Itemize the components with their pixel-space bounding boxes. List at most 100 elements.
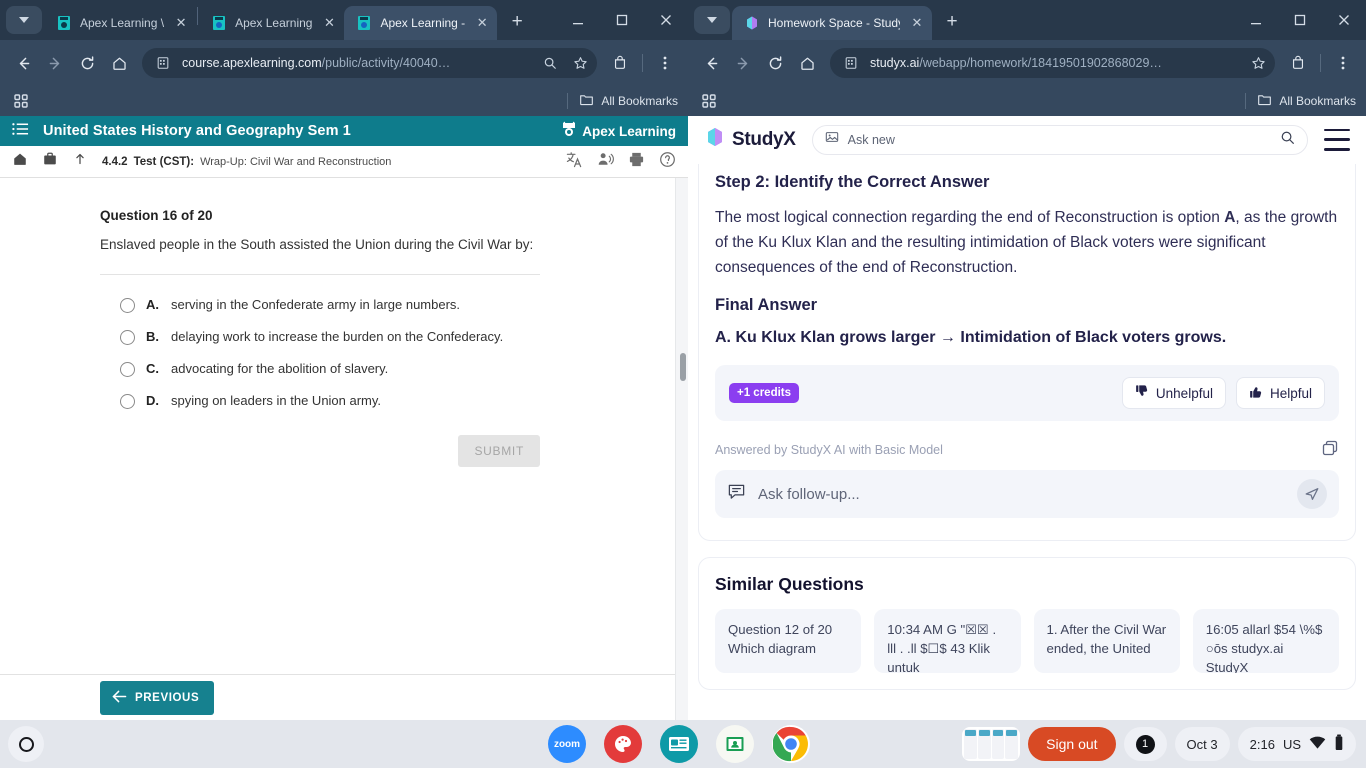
- helpful-button[interactable]: Helpful: [1235, 377, 1325, 410]
- radio-button-a[interactable]: [120, 298, 135, 313]
- bookmark-star-icon[interactable]: [1247, 52, 1269, 74]
- briefcase-icon[interactable]: [42, 151, 58, 172]
- maximize-button[interactable]: [600, 4, 644, 36]
- back-button[interactable]: [696, 48, 726, 78]
- browser-tab-studyx-active[interactable]: Homework Space - StudyX ✕: [732, 6, 932, 40]
- window-preview-thumbnail[interactable]: [962, 727, 1021, 761]
- close-icon[interactable]: ✕: [172, 14, 190, 32]
- minimize-button[interactable]: [556, 4, 600, 36]
- answer-option-c[interactable]: C. advocating for the abolition of slave…: [100, 353, 540, 385]
- previous-button[interactable]: PREVIOUS: [100, 680, 215, 715]
- send-button[interactable]: [1297, 479, 1327, 510]
- burger-line: [1324, 147, 1350, 151]
- forward-button[interactable]: [728, 48, 758, 78]
- forward-button[interactable]: [40, 48, 70, 78]
- address-bar-right[interactable]: studyx.ai/webapp/homework/18419501902868…: [830, 48, 1275, 78]
- ask-followup-input[interactable]: Ask follow-up...: [715, 470, 1339, 519]
- home-button[interactable]: [792, 48, 822, 78]
- image-upload-icon[interactable]: [825, 130, 839, 149]
- close-icon[interactable]: ✕: [908, 14, 926, 32]
- apps-grid-icon[interactable]: [698, 90, 720, 112]
- apps-grid-icon[interactable]: [10, 90, 32, 112]
- similar-question-card[interactable]: 1. After the Civil War ended, the United: [1033, 609, 1180, 674]
- studyx-logo[interactable]: StudyX: [704, 126, 796, 154]
- help-icon[interactable]: [659, 151, 676, 173]
- system-tray-pill[interactable]: 2:16 US: [1237, 727, 1356, 761]
- maximize-button[interactable]: [1278, 4, 1322, 36]
- minimize-button[interactable]: [1234, 4, 1278, 36]
- all-bookmarks-button[interactable]: All Bookmarks: [1245, 92, 1356, 110]
- back-button[interactable]: [8, 48, 38, 78]
- browser-tab-2[interactable]: Apex Learning ✕: [199, 6, 344, 40]
- new-tab-button[interactable]: +: [503, 8, 531, 36]
- answer-option-b[interactable]: B. delaying work to increase the burden …: [100, 321, 540, 353]
- wifi-icon[interactable]: [1309, 736, 1326, 753]
- date-pill[interactable]: Oct 3: [1174, 727, 1230, 761]
- browser-tab-1[interactable]: Apex Learning \ ✕: [44, 6, 196, 40]
- tab-search-button[interactable]: [6, 6, 42, 34]
- thumb-col: [964, 729, 977, 759]
- close-icon[interactable]: ✕: [320, 14, 338, 32]
- battery-icon[interactable]: [1334, 734, 1344, 754]
- apex-logo-icon: [560, 121, 578, 142]
- extensions-icon[interactable]: [1283, 48, 1313, 78]
- similar-question-card[interactable]: 16:05 allarl $54 \%$ ○ōs studyx.ai Study…: [1192, 609, 1339, 674]
- all-bookmarks-label: All Bookmarks: [1279, 94, 1356, 108]
- app-icon-google-classroom[interactable]: [716, 725, 754, 763]
- radio-button-b[interactable]: [120, 330, 135, 345]
- translate-icon[interactable]: [566, 151, 583, 173]
- similar-question-card[interactable]: 10:34 AM G "☒☒ . lll . .ll $☐$ 43 Klik u…: [874, 609, 1021, 674]
- close-window-button[interactable]: [1322, 4, 1366, 36]
- radio-button-d[interactable]: [120, 394, 135, 409]
- similar-questions-grid: Question 12 of 20 Which diagram 10:34 AM…: [715, 609, 1339, 674]
- search-icon[interactable]: [1280, 130, 1295, 150]
- scrollbar-thumb[interactable]: [679, 353, 686, 381]
- search-icon[interactable]: [539, 52, 561, 74]
- submit-button[interactable]: SUBMIT: [458, 435, 540, 467]
- home-icon[interactable]: [12, 151, 28, 172]
- reload-button[interactable]: [760, 48, 790, 78]
- reload-button[interactable]: [72, 48, 102, 78]
- radio-button-c[interactable]: [120, 362, 135, 377]
- new-tab-button[interactable]: +: [938, 8, 966, 36]
- answer-option-a[interactable]: A. serving in the Confederate army in la…: [100, 289, 540, 321]
- all-bookmarks-button[interactable]: All Bookmarks: [567, 92, 678, 110]
- hamburger-menu-icon[interactable]: [1324, 128, 1350, 151]
- similar-question-card[interactable]: Question 12 of 20 Which diagram: [715, 609, 862, 674]
- breadcrumb: 4.4.2 Test (CST): Wrap-Up: Civil War and…: [102, 156, 391, 168]
- notification-pill[interactable]: 1: [1123, 727, 1167, 761]
- apex-menu-icon[interactable]: [12, 122, 29, 141]
- extensions-icon[interactable]: [605, 48, 635, 78]
- read-aloud-icon[interactable]: [597, 151, 614, 173]
- step-body-bold: A: [1224, 209, 1236, 226]
- home-button[interactable]: [104, 48, 134, 78]
- apex-footer-nav: PREVIOUS: [0, 674, 688, 720]
- print-icon[interactable]: [628, 151, 645, 173]
- ask-new-search-input[interactable]: Ask new: [811, 124, 1308, 155]
- app-icon-canvas-paint[interactable]: [604, 725, 642, 763]
- unhelpful-button[interactable]: Unhelpful: [1121, 377, 1226, 410]
- browser-tab-3-active[interactable]: Apex Learning - ✕: [344, 6, 498, 40]
- shelf-app-icons: zoom: [548, 725, 810, 763]
- address-bar-left[interactable]: course.apexlearning.com/public/activity/…: [142, 48, 597, 78]
- answer-option-d[interactable]: D. spying on leaders in the Union army.: [100, 385, 540, 417]
- tab-search-button[interactable]: [694, 6, 730, 34]
- app-icon-zoom[interactable]: zoom: [548, 725, 586, 763]
- site-info-icon[interactable]: [840, 52, 862, 74]
- upload-arrow-icon[interactable]: [72, 151, 88, 172]
- close-window-button[interactable]: [644, 4, 688, 36]
- question-container: Question 16 of 20 Enslaved people in the…: [0, 178, 540, 467]
- app-icon-chrome[interactable]: [772, 725, 810, 763]
- page-scrollbar[interactable]: [675, 178, 688, 720]
- chrome-menu-icon[interactable]: [1328, 48, 1358, 78]
- chrome-menu-icon[interactable]: [650, 48, 680, 78]
- launcher-button[interactable]: [8, 726, 44, 762]
- bookmark-divider: [567, 93, 569, 109]
- copy-icon[interactable]: [1321, 439, 1339, 460]
- bookmark-star-icon[interactable]: [569, 52, 591, 74]
- site-info-icon[interactable]: [152, 52, 174, 74]
- sign-out-button[interactable]: Sign out: [1028, 727, 1116, 761]
- browser-toolbar-right: studyx.ai/webapp/homework/18419501902868…: [688, 40, 1366, 86]
- close-icon[interactable]: ✕: [473, 14, 491, 32]
- app-icon-news[interactable]: [660, 725, 698, 763]
